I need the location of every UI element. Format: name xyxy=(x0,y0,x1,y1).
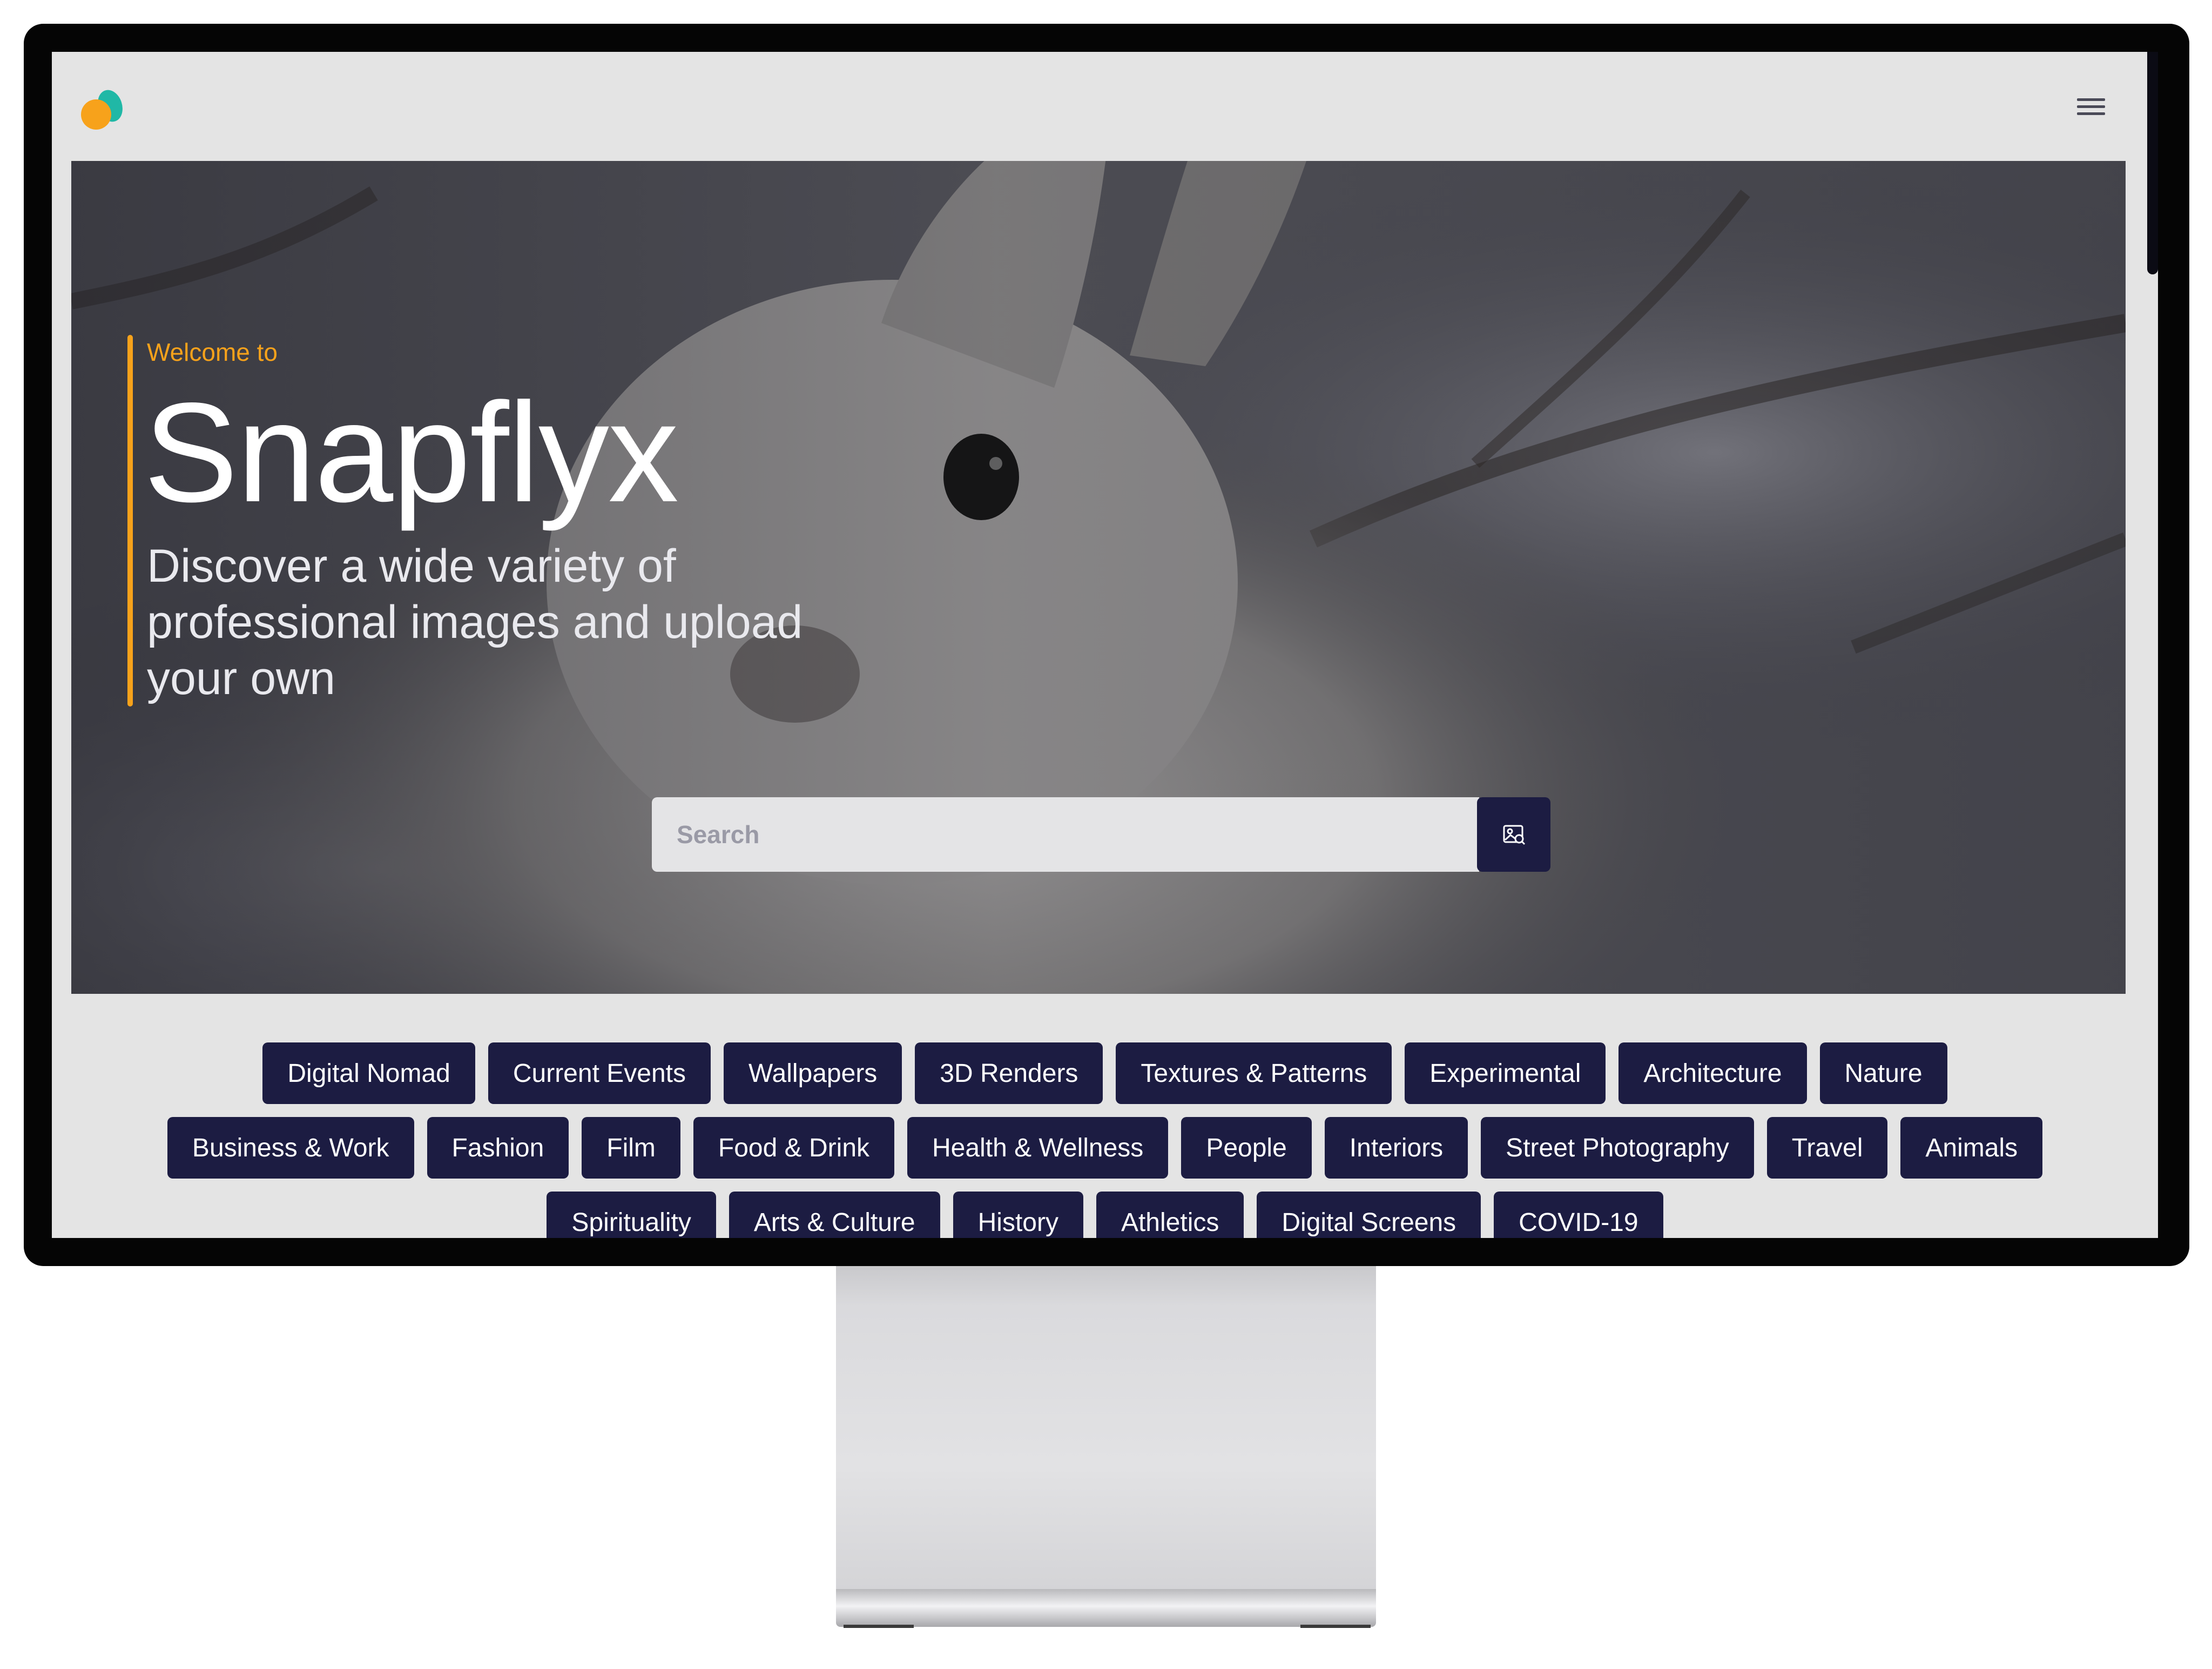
category-chip[interactable]: History xyxy=(953,1192,1083,1238)
hero-subtitle: Discover a wide variety of professional … xyxy=(147,540,803,704)
search-input[interactable] xyxy=(652,797,1479,872)
category-chip[interactable]: Food & Drink xyxy=(693,1117,895,1179)
hero-title: Snapflyx xyxy=(144,373,679,531)
hero-welcome-text: Welcome to xyxy=(147,338,278,366)
category-chip[interactable]: Arts & Culture xyxy=(729,1192,940,1238)
category-chip[interactable]: 3D Renders xyxy=(915,1042,1103,1104)
category-row: Business & Work Fashion Film Food & Drin… xyxy=(160,1117,2050,1179)
category-list: Digital Nomad Current Events Wallpapers … xyxy=(160,1042,2050,1238)
category-chip[interactable]: Spirituality xyxy=(547,1192,716,1238)
image-search-button[interactable] xyxy=(1477,797,1550,872)
category-chip[interactable]: Street Photography xyxy=(1481,1117,1754,1179)
category-chip[interactable]: Business & Work xyxy=(167,1117,414,1179)
monitor-stand xyxy=(836,1266,1376,1600)
category-chip[interactable]: Travel xyxy=(1766,1117,1888,1179)
category-chip[interactable]: Nature xyxy=(1819,1042,1947,1104)
category-chip[interactable]: COVID-19 xyxy=(1494,1192,1663,1238)
category-chip[interactable]: Fashion xyxy=(427,1117,569,1179)
category-chip[interactable]: Digital Screens xyxy=(1257,1192,1481,1238)
category-row: Spirituality Arts & Culture History Athl… xyxy=(160,1192,2050,1238)
category-chip[interactable]: Wallpapers xyxy=(723,1042,902,1104)
category-chip[interactable]: Interiors xyxy=(1324,1117,1468,1179)
monitor-foot-left xyxy=(844,1625,914,1628)
category-chip[interactable]: Health & Wellness xyxy=(907,1117,1169,1179)
browser-viewport: Welcome to Snapflyx Discover a wide vari… xyxy=(52,52,2158,1238)
category-chip[interactable]: Current Events xyxy=(488,1042,711,1104)
category-chip[interactable]: Textures & Patterns xyxy=(1116,1042,1392,1104)
search-bar xyxy=(652,797,1550,872)
snapflyx-logo-icon[interactable] xyxy=(78,83,130,135)
monitor-stand-base xyxy=(836,1589,1376,1627)
category-chip[interactable]: People xyxy=(1181,1117,1312,1179)
category-chip[interactable]: Architecture xyxy=(1618,1042,1807,1104)
monitor-foot-right xyxy=(1300,1625,1371,1628)
hamburger-menu-icon[interactable] xyxy=(2076,95,2106,119)
category-chip[interactable]: Experimental xyxy=(1405,1042,1606,1104)
scrollbar-thumb[interactable] xyxy=(2147,52,2158,274)
category-chip[interactable]: Animals xyxy=(1900,1117,2043,1179)
category-chip[interactable]: Athletics xyxy=(1096,1192,1244,1238)
category-chip[interactable]: Film xyxy=(582,1117,680,1179)
hero-accent-bar xyxy=(127,335,133,706)
image-search-icon xyxy=(1503,825,1526,845)
hero-banner: Welcome to Snapflyx Discover a wide vari… xyxy=(71,161,2126,994)
category-row: Digital Nomad Current Events Wallpapers … xyxy=(160,1042,2050,1104)
monitor-bezel: Welcome to Snapflyx Discover a wide vari… xyxy=(24,24,2189,1266)
top-navigation xyxy=(52,52,2147,161)
category-chip[interactable]: Digital Nomad xyxy=(262,1042,475,1104)
